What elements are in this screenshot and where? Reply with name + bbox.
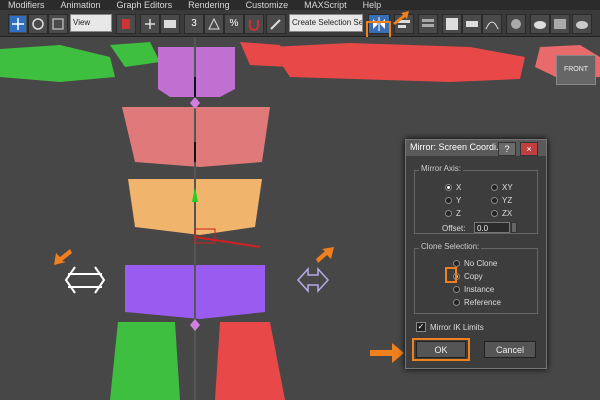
axis-xy-radio[interactable]: XY [491,183,513,192]
layers-icon [422,19,434,27]
scale-icon [52,18,64,30]
percent-snap-button[interactable]: % [224,14,244,34]
material-icon [511,19,521,29]
close-button[interactable]: × [520,142,538,156]
radio-off-icon [453,286,460,293]
angle-snap-button[interactable] [204,14,224,34]
selection-set-select[interactable]: Create Selection Se [289,14,363,32]
manipulate-icon [145,19,155,29]
main-toolbar: View 3 % Create Selection Se [0,10,600,46]
teapot-icon [534,21,546,29]
render-production-button[interactable] [572,14,592,34]
radio-off-icon [453,260,460,267]
chest-shape [158,47,235,97]
curve-editor-button[interactable] [482,14,502,34]
offset-input[interactable]: 0.0 [474,222,510,233]
angle-icon [208,17,220,30]
pointer-arrow-icon [393,11,409,25]
curve-icon [485,21,499,30]
axis-zx-radio[interactable]: ZX [491,209,512,218]
snap-toggle-button[interactable]: 3 [184,14,204,34]
reference-radio[interactable]: Reference [453,298,501,307]
pivot-icon [122,19,130,29]
radio-off-icon [491,197,498,204]
render-frame-button[interactable] [550,14,570,34]
left-arm-shape [0,45,115,82]
clone-selection-group: Clone Selection: No Clone Copy Instance … [414,242,538,314]
scene-explorer-button[interactable] [442,14,462,34]
arrow-right-indicator [316,247,334,263]
ok-button-highlight [412,338,470,361]
instance-radio[interactable]: Instance [453,285,494,294]
menu-customize[interactable]: Customize [238,0,297,10]
menu-help[interactable]: Help [355,0,390,10]
axis-z-radio[interactable]: Z [445,209,461,218]
menu-bar: Modifiers Animation Graph Editors Render… [0,0,600,10]
menu-modifiers[interactable]: Modifiers [0,0,53,10]
menu-animation[interactable]: Animation [53,0,109,10]
edit-named-selection-button[interactable] [266,14,286,34]
copy-radio-highlight [445,267,457,283]
radio-off-icon [491,210,498,217]
ribbon-icon [466,21,478,27]
scale-tool-button[interactable] [48,14,68,34]
menu-rendering[interactable]: Rendering [180,0,238,10]
view-select[interactable]: View [70,14,112,32]
axis-yz-radio[interactable]: YZ [491,196,512,205]
pivot-button[interactable] [116,14,136,34]
menu-maxscript[interactable]: MAXScript [296,0,355,10]
axis-x-radio[interactable]: X [445,183,461,192]
explorer-icon [446,18,458,30]
magnet-icon [249,20,259,31]
spinner-snap-button[interactable] [244,14,264,34]
menu-graph-editors[interactable]: Graph Editors [109,0,181,10]
mirror-dialog: Mirror: Screen Coordi... ? × Mirror Axis… [405,139,547,369]
material-editor-button[interactable] [506,14,526,34]
ribbon-button[interactable] [462,14,482,34]
left-leg-shape [110,322,180,400]
arrow-ok-indicator [370,343,404,363]
help-button[interactable]: ? [498,142,516,156]
radio-off-icon [491,184,498,191]
radio-off-icon [445,210,452,217]
mirror-ik-checkbox[interactable]: ✓ Mirror IK Limits [416,322,484,332]
right-leg-shape [215,322,285,400]
cancel-button[interactable]: Cancel [484,341,536,358]
move-tool-button[interactable] [8,14,28,34]
rotate-tool-button[interactable] [28,14,48,34]
mirror-axis-label: Mirror Axis: [419,164,463,173]
offset-spinner[interactable] [511,222,517,233]
select-manipulate-button[interactable] [140,14,160,34]
clone-selection-label: Clone Selection: [419,242,482,251]
render-teapot-icon [576,21,588,29]
radio-off-icon [445,197,452,204]
dialog-title: Mirror: Screen Coordi... [410,142,504,152]
arrow-left-indicator [54,249,72,265]
mirror-arrows-right [296,267,330,293]
copy-radio[interactable]: Copy [453,272,483,281]
render-setup-button[interactable] [530,14,550,34]
offset-label: Offset: [442,224,466,233]
axis-y-radio[interactable]: Y [445,196,461,205]
keyboard-shortcut-button[interactable] [160,14,180,34]
radio-off-icon [453,299,460,306]
keyboard-icon [164,20,176,28]
render-icon [554,19,566,29]
pencil-icon [270,19,281,30]
check-icon: ✓ [416,322,426,332]
move-icon [10,16,26,32]
no-clone-radio[interactable]: No Clone [453,259,497,268]
rotate-icon [32,18,44,30]
dialog-titlebar: Mirror: Screen Coordi... ? × [406,140,546,156]
mirror-arrows-left [64,266,106,294]
radio-on-icon [445,184,452,191]
layer-manager-button[interactable] [418,14,438,34]
view-cube[interactable]: FRONT [556,55,596,85]
right-arm-shape [270,43,525,82]
